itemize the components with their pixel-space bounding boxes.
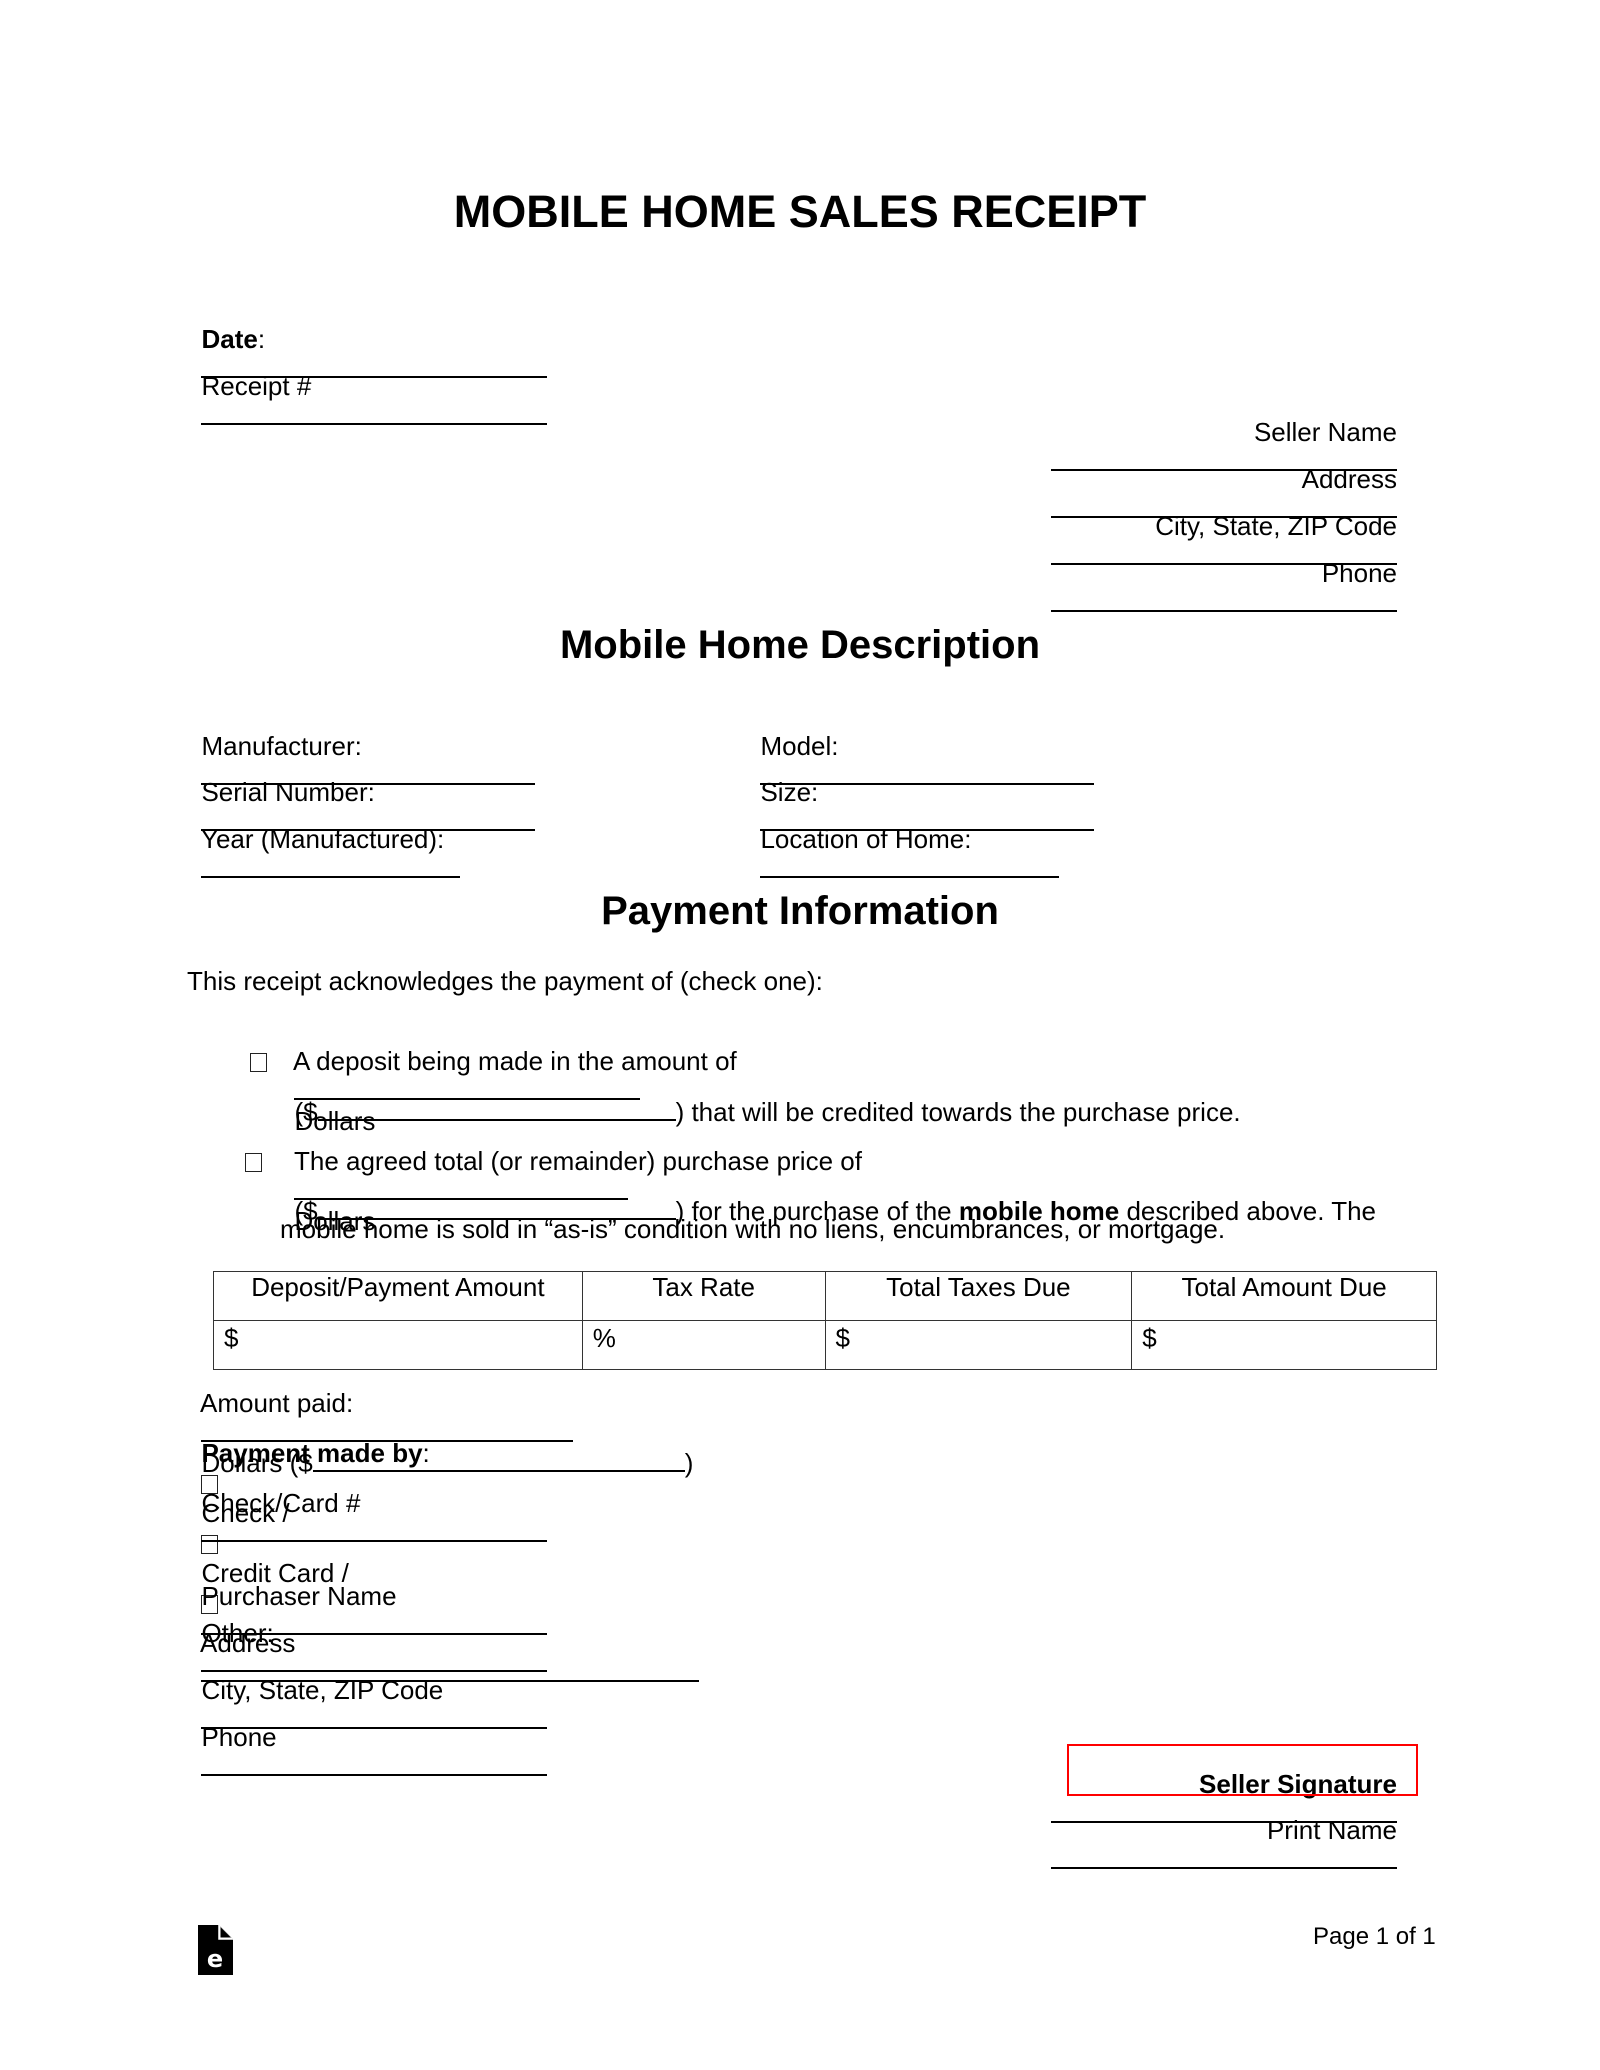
header-total-amount: Total Amount Due [1131,1271,1437,1321]
year-label: Year (Manufactured): [200,824,445,854]
receipt-number-field[interactable] [201,401,548,425]
location-field[interactable] [760,854,1060,878]
check-card-row: Check/Card # [187,1458,548,1548]
purchaser-phone-label: Phone [201,1722,277,1752]
payment-table-header: Deposit/Payment Amount Tax Rate Total Ta… [213,1271,1437,1321]
cell-total-amount[interactable]: $ [1131,1320,1437,1370]
seller-phone-field[interactable] [1051,588,1397,612]
page-number: Page 1 of 1 [1313,1923,1436,1950]
print-name-field[interactable] [1051,1845,1397,1869]
check-card-number-field[interactable] [201,1518,548,1542]
eforms-logo-icon: e [198,1925,233,1975]
header-tax-rate: Tax Rate [581,1271,826,1321]
print-name-label: Print Name [1266,1815,1397,1845]
description-heading: Mobile Home Description [559,623,1041,667]
year-field[interactable] [201,854,461,878]
year-row: Year (Manufactured): [187,794,461,884]
cell-total-taxes[interactable]: $ [824,1320,1133,1370]
location-row: Location of Home: [746,794,1060,884]
document-title: MOBILE HOME SALES RECEIPT [453,186,1147,237]
header-deposit-amount: Deposit/Payment Amount [213,1271,583,1321]
receipt-row: Receipt # [187,341,548,431]
print-name-row: Print Name [600,1785,1397,1875]
payment-intro: This receipt acknowledges the payment of… [187,966,823,996]
purchaser-phone-field[interactable] [201,1752,548,1776]
total-price-checkbox[interactable] [245,1153,263,1172]
header-total-taxes: Total Taxes Due [824,1271,1133,1321]
receipt-label: Receipt # [201,371,312,401]
seller-phone-row: Phone [600,528,1397,618]
total-option-line3: mobile home is sold in “as-is” condition… [280,1214,1226,1244]
svg-text:e: e [207,1945,223,1973]
check-card-label: Check/Card # [201,1488,361,1518]
total-option-row [231,1116,263,1176]
location-label: Location of Home: [760,824,972,854]
amount-paid-end: ) [684,1448,694,1478]
payment-heading: Payment Information [601,889,999,933]
seller-phone-label: Phone [1321,558,1397,588]
deposit-checkbox[interactable] [250,1053,268,1072]
payment-table: Deposit/Payment Amount Tax Rate Total Ta… [213,1271,1437,1370]
deposit-option-row [236,1016,268,1076]
purchaser-phone-row: Phone [187,1692,548,1782]
